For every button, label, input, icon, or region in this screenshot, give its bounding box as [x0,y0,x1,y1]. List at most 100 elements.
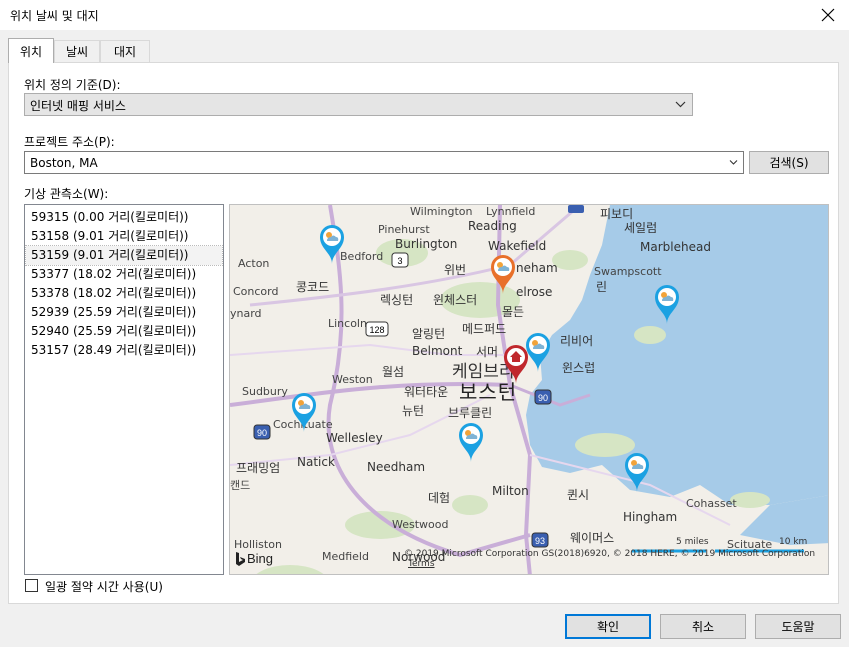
map-label: Weston [332,373,373,386]
highway-shield-90: 90 [253,424,271,440]
map-label: Bedford [340,250,384,263]
list-item[interactable]: 53157 (28.49 거리(킬로미터)) [31,341,196,360]
map-label: 월섬 [382,365,405,379]
map-label: Westwood [392,518,449,531]
scale-km: 10 km [779,537,808,547]
help-button[interactable]: 도움말 [755,614,841,639]
map-label: Pinehurst [378,223,430,236]
svg-text:3: 3 [397,256,402,266]
map-label: 윈스럽 [562,361,596,375]
highway-shield-93: 93 [531,532,549,548]
svg-text:93: 93 [535,536,545,546]
close-icon [821,8,835,22]
map-label: Marblehead [640,240,711,254]
map-label: Swampscott [594,265,662,278]
map-label: Acton [238,257,270,270]
map-label: Reading [468,219,517,233]
weather-station-pin[interactable] [623,451,651,493]
map-label: 브루클린 [448,406,493,420]
weather-station-pin[interactable] [653,283,681,325]
map-label: Belmont [412,344,463,358]
map-label: 캔드 [230,479,251,492]
map-label: Natick [297,455,335,469]
dst-checkbox-label: 일광 절약 시간 사용(U) [45,580,163,594]
map-label: 몰든 [502,305,525,319]
map-label: Medfield [322,550,369,563]
list-item[interactable]: 52939 (25.59 거리(킬로미터)) [31,303,196,322]
window-title: 위치 날씨 및 대지 [10,9,99,23]
bing-logo: Bing [235,551,273,566]
tab-site[interactable]: 대지 [100,40,150,62]
highway-shield-90: 90 [534,389,552,405]
svg-text:128: 128 [369,325,384,335]
list-item[interactable]: 53158 (9.01 거리(킬로미터)) [31,227,189,246]
map-label: 워터타운 [404,385,449,399]
chevron-down-icon [675,101,686,108]
address-value: Boston, MA [30,156,98,170]
map-label: neham [516,261,558,275]
list-item-selected[interactable]: 53159 (9.01 거리(킬로미터)) [25,245,223,266]
map-label: 뉴턴 [402,404,425,418]
map-label: 콩코드 [296,280,330,294]
title-bar [0,0,849,30]
map-label: elrose [516,285,553,299]
map-label: Wakefield [488,239,547,253]
cancel-button[interactable]: 취소 [660,614,746,639]
dst-checkbox[interactable] [25,579,38,592]
map-label: 위번 [444,263,467,277]
map-view[interactable]: 3 128 90 90 93 Wilmington Lynnfield 피보디 … [229,204,829,575]
map-label: 린 [596,280,608,294]
search-button[interactable]: 검색(S) [749,151,829,174]
map-label: 메드퍼드 [462,322,507,336]
map-label: Burlington [395,237,458,251]
map-label: Wellesley [326,431,383,445]
svg-text:90: 90 [538,393,548,403]
terms-link[interactable]: Terms [408,559,435,569]
map-label: 데험 [428,491,451,505]
map-label: 세일럼 [624,221,658,235]
highway-shield-128: 128 [365,321,389,337]
project-location-home-pin[interactable] [502,343,530,385]
define-by-label: 위치 정의 기준(D): [24,78,121,92]
map-label: 웨이머스 [570,531,615,545]
bing-icon [236,551,245,566]
highway-shield-3: 3 [391,252,409,268]
stations-list[interactable]: 59315 (0.00 거리(킬로미터)) 53158 (9.01 거리(킬로미… [24,204,224,575]
list-item[interactable]: 52940 (25.59 거리(킬로미터)) [31,322,196,341]
weather-station-pin[interactable] [318,223,346,265]
map-label: 윈체스터 [433,293,478,307]
chevron-down-icon[interactable] [729,158,738,167]
map-label: Lincoln [328,317,367,330]
map-label: 렉싱턴 [380,293,414,307]
map-label: Milton [492,484,529,498]
map-label: Concord [233,285,279,298]
map-copyright: © 2019 Microsoft Corporation GS(2018)692… [404,549,816,569]
map-label: Holliston [234,538,282,551]
svg-text:90: 90 [257,428,267,438]
close-button[interactable] [815,2,841,28]
weather-station-pin-selected[interactable] [489,253,517,295]
scale-miles: 5 miles [676,537,709,547]
list-item[interactable]: 53378 (18.02 거리(킬로미터)) [31,284,196,303]
weather-station-pin[interactable] [457,421,485,463]
map-label: Sudbury [242,385,288,398]
map-label: 알링턴 [412,327,446,341]
map-label: Hingham [623,510,678,524]
address-label: 프로젝트 주소(P): [24,135,115,149]
map-label: 리비어 [560,334,594,348]
map-label: 퀸시 [567,488,590,502]
map-label: Cohasset [686,497,737,510]
tab-location[interactable]: 위치 [8,38,54,63]
define-by-value: 인터넷 매핑 서비스 [30,99,126,113]
define-by-dropdown[interactable]: 인터넷 매핑 서비스 [24,93,693,116]
weather-station-pin[interactable] [290,391,318,433]
ok-button[interactable]: 확인 [565,614,651,639]
map-label: Lynnfield [486,205,536,218]
address-input[interactable]: Boston, MA [24,151,744,174]
map-label: Needham [367,460,426,474]
tab-weather[interactable]: 날씨 [54,40,100,62]
stations-label: 기상 관측소(W): [24,187,109,201]
map-label: Wilmington [410,205,473,218]
list-item[interactable]: 53377 (18.02 거리(킬로미터)) [31,265,196,284]
list-item[interactable]: 59315 (0.00 거리(킬로미터)) [31,208,189,227]
